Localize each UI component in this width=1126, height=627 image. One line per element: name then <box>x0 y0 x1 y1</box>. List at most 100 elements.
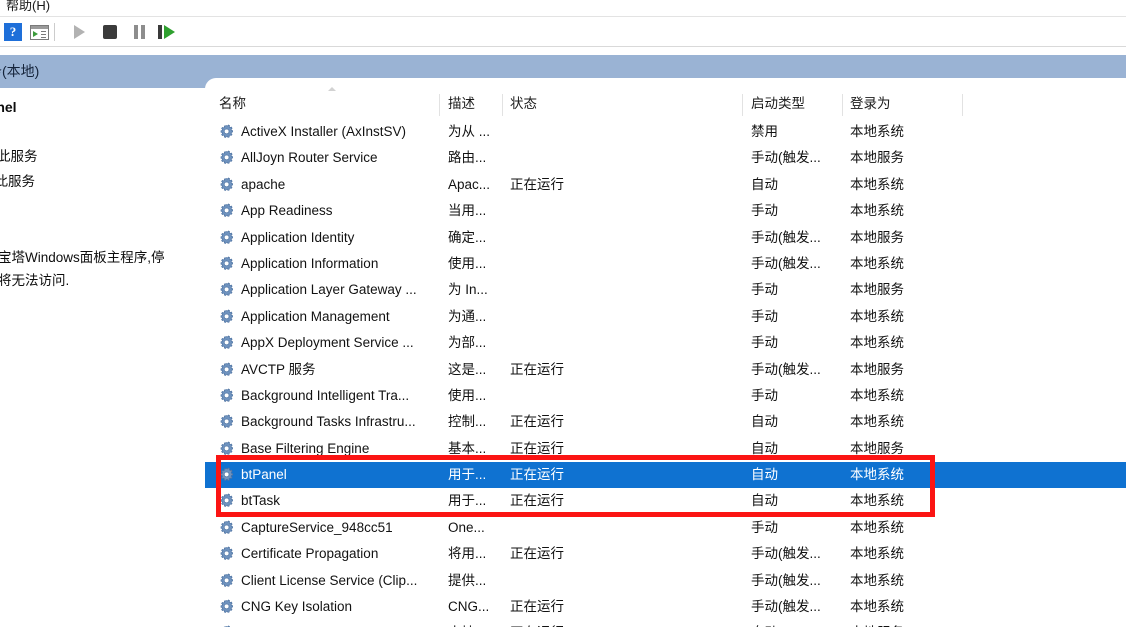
table-row[interactable]: Certificate Propagation 将用... 正在运行 手动(触发...… <box>205 541 1126 567</box>
cell-service-name: Application Information <box>241 255 379 271</box>
cell-status <box>510 119 640 145</box>
cell-log-on-as: 本地系统 <box>850 308 904 324</box>
table-row[interactable]: Application Layer Gateway ... 为 In... 手动 本地… <box>205 277 1126 303</box>
column-divider[interactable] <box>439 94 440 116</box>
restart-service-button[interactable] <box>155 21 177 43</box>
table-row[interactable]: Base Filtering Engine 基本... 正在运行 自动 本地服务 <box>205 436 1126 462</box>
table-row[interactable]: Application Identity 确定... 手动(触发... 本地服务 <box>205 225 1126 251</box>
service-gear-icon <box>219 203 234 218</box>
cell-description: 支持... <box>448 620 504 627</box>
cell-description: 为通... <box>448 308 487 324</box>
table-row[interactable]: Application Information 使用... 手动(触发... 本地系统 <box>205 251 1126 277</box>
column-header-name[interactable]: 名称 <box>219 91 246 119</box>
service-gear-icon <box>219 467 234 482</box>
table-row[interactable]: AppX Deployment Service ... 为部... 手动 本地系统 <box>205 330 1126 356</box>
cell-description: 控制... <box>448 414 487 430</box>
column-header-description[interactable]: 描述 <box>448 91 475 119</box>
cell-startup-type: 手动(触发... <box>751 150 821 166</box>
cell-log-on-as: 本地系统 <box>850 124 904 139</box>
restart-service-link[interactable]: 重启动此服务 <box>0 170 35 190</box>
service-gear-icon <box>219 230 234 245</box>
service-gear-icon <box>219 150 234 165</box>
cell-startup-type: 手动(触发... <box>751 572 821 588</box>
cell-service-name: Application Identity <box>241 229 355 245</box>
cell-status <box>510 568 640 594</box>
service-description: 用于运行宝塔Windows面板主程序,停 止后面板将无法访问. <box>0 246 205 292</box>
cell-startup-type: 手动 <box>751 282 778 298</box>
table-row-selected[interactable]: btPanel 用于... 正在运行 自动 本地系统 <box>205 462 1126 489</box>
service-gear-icon <box>219 177 234 192</box>
stop-service-link[interactable]: 停止此服务 <box>0 145 38 165</box>
cell-status: 正在运行 <box>510 546 564 562</box>
cell-description: 为从 ... <box>448 124 491 139</box>
table-row[interactable]: apache Apac... 正在运行 自动 本地系统 <box>205 172 1126 198</box>
table-row[interactable]: ActiveX Installer (AxInstSV) 为从 ... 禁用 本地系统 <box>205 119 1126 145</box>
cell-description: 使用... <box>448 387 487 403</box>
cell-log-on-as: 本地系统 <box>850 176 904 192</box>
menu-item-help[interactable]: 帮助(H) <box>6 0 50 14</box>
cell-description: 为部... <box>448 335 487 351</box>
cell-startup-type: 手动(触发... <box>751 255 821 271</box>
services-list-body: ActiveX Installer (AxInstSV) 为从 ... 禁用 本地系统… <box>205 119 1126 627</box>
restart-icon <box>157 25 175 39</box>
start-service-button[interactable] <box>68 21 90 43</box>
cell-log-on-as: 本地系统 <box>850 599 904 615</box>
cell-description: 为 In... <box>448 282 488 298</box>
column-divider[interactable] <box>962 94 963 116</box>
column-header-startup-type[interactable]: 启动类型 <box>751 91 805 119</box>
cell-startup-type: 自动 <box>751 467 778 483</box>
column-divider[interactable] <box>502 94 503 116</box>
table-row[interactable]: btTask 用于... 正在运行 自动 本地系统 <box>205 488 1126 514</box>
cell-service-name: Certificate Propagation <box>241 546 379 562</box>
cell-startup-type: 手动 <box>751 519 778 535</box>
cell-status: 正在运行 <box>510 414 564 430</box>
table-row[interactable]: Client License Service (Clip... 提供... 手动(触… <box>205 568 1126 594</box>
cell-service-name: ActiveX Installer (AxInstSV) <box>241 124 407 139</box>
cell-service-name: btPanel <box>241 467 287 483</box>
service-gear-icon <box>219 124 234 139</box>
stop-service-button[interactable] <box>99 21 121 43</box>
cell-description: 使用... <box>448 255 487 271</box>
help-button[interactable]: ? <box>2 21 24 43</box>
service-gear-icon <box>219 309 234 324</box>
table-row[interactable]: CNG Key Isolation CNG... 正在运行 手动(触发... 本地系统 <box>205 594 1126 620</box>
cell-service-name: btTask <box>241 493 281 509</box>
cell-status: 正在运行 <box>510 493 564 509</box>
cell-startup-type: 手动 <box>751 387 778 403</box>
cell-log-on-as: 本地服务 <box>850 620 960 627</box>
stop-service-link-label: 停止此服务 <box>0 149 38 164</box>
services-list-header: 名称 描述 状态 启动类型 登录为 <box>205 87 1126 119</box>
table-row[interactable]: CaptureService_948cc51 One... 手动 本地系统 <box>205 515 1126 541</box>
table-row[interactable]: Application Management 为通... 手动 本地系统 <box>205 304 1126 330</box>
cell-startup-type: 自动 <box>751 176 778 192</box>
cell-log-on-as: 本地系统 <box>850 387 904 403</box>
cell-startup-type: 手动(触发... <box>751 599 821 615</box>
table-row[interactable]: AVCTP 服务 这是... 正在运行 手动(触发... 本地服务 <box>205 357 1126 383</box>
service-gear-icon <box>219 388 234 403</box>
cell-status: 正在运行 <box>510 467 564 483</box>
restart-service-link-rest: 此服务 <box>0 174 35 189</box>
cell-status <box>510 145 640 171</box>
cell-service-name: COM+ Event Syst... <box>241 620 446 627</box>
cell-service-name: App Readiness <box>241 203 333 219</box>
table-row[interactable]: Background Tasks Infrastru... 控制... 正在运行 自动… <box>205 409 1126 435</box>
service-gear-icon <box>219 573 234 588</box>
table-row[interactable]: COM+ Event Syst...支持... 正在运行 自动本地服务 <box>205 620 1126 627</box>
table-row[interactable]: Background Intelligent Tra... 使用... 手动 本地系统 <box>205 383 1126 409</box>
service-detail-pane: btPanel 停止此服务 重启动此服务 用于运行宝塔Windows面板主程序,… <box>0 88 205 627</box>
cell-log-on-as: 本地系统 <box>850 493 904 509</box>
column-divider[interactable] <box>842 94 843 116</box>
cell-log-on-as: 本地系统 <box>850 546 904 562</box>
cell-service-name: AVCTP 服务 <box>241 361 316 377</box>
column-header-status[interactable]: 状态 <box>510 91 537 119</box>
column-divider[interactable] <box>742 94 743 116</box>
stop-icon <box>103 25 117 39</box>
properties-button[interactable] <box>28 21 50 43</box>
detail-service-name: btPanel <box>0 99 17 115</box>
cell-service-name: Application Layer Gateway ... <box>241 282 417 298</box>
table-row[interactable]: App Readiness 当用... 手动 本地系统 <box>205 198 1126 224</box>
cell-description: 这是... <box>448 361 487 377</box>
column-header-log-on-as[interactable]: 登录为 <box>850 91 891 119</box>
pause-service-button[interactable] <box>128 21 150 43</box>
table-row[interactable]: AllJoyn Router Service 路由... 手动(触发... 本地服务 <box>205 145 1126 171</box>
